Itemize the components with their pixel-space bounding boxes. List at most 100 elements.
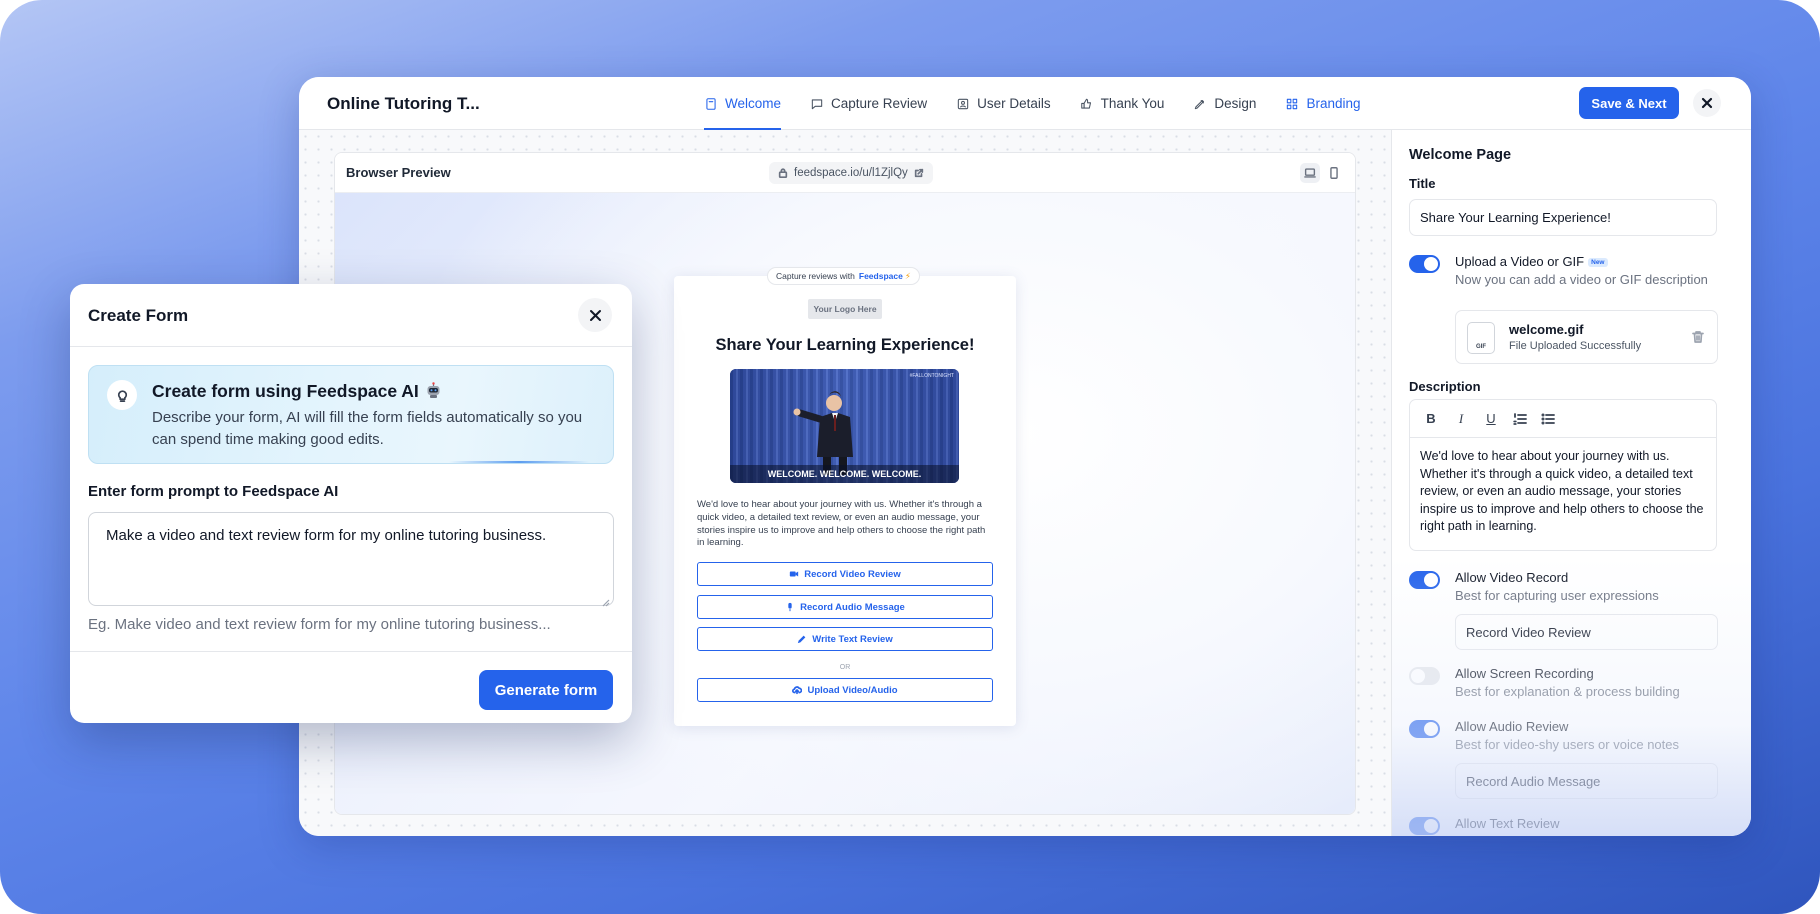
form-title: Online Tutoring T... [327, 94, 480, 113]
url-text: feedspace.io/u/l1ZjlQy [794, 167, 908, 179]
welcome-card: Capture reviews with Feedspace ⚡ Your Lo… [674, 267, 1016, 726]
or-divider: OR [839, 664, 851, 671]
title-label: Title [1409, 176, 1436, 191]
prompt-hint: Eg. Make video and text review form for … [88, 616, 551, 633]
tab-user-details[interactable]: User Details [956, 77, 1051, 130]
write-text-label: Write Text Review [812, 633, 893, 645]
delete-file-button[interactable] [1691, 330, 1705, 344]
text-review-title: Allow Text Review [1455, 816, 1560, 831]
video-record-button-label-input[interactable]: Record Video Review [1455, 614, 1718, 650]
file-status: File Uploaded Successfully [1509, 340, 1642, 352]
video-camera-icon [790, 571, 799, 577]
resize-grip-glyph [602, 599, 610, 607]
bold-button[interactable]: B [1423, 411, 1439, 426]
video-record-title: Allow Video Record [1455, 570, 1569, 585]
screen-recording-toggle[interactable] [1409, 667, 1440, 685]
record-audio-label: Record Audio Message [800, 601, 905, 613]
upload-label: Upload Video/Audio [807, 684, 898, 696]
microphone-icon [788, 602, 792, 612]
audio-record-button-label-input[interactable]: Record Audio Message [1455, 763, 1718, 799]
message-square-icon [811, 98, 823, 109]
description-editor: B I U We'd love to hear about your journ… [1409, 399, 1717, 551]
tab-label: Branding [1306, 96, 1361, 111]
mobile-view-button[interactable] [1324, 163, 1344, 183]
generate-form-button[interactable]: Generate form [479, 670, 613, 710]
background-stage: Online Tutoring T... Welcome Capture Rev… [0, 0, 1820, 914]
audio-review-toggle[interactable] [1409, 720, 1440, 738]
create-form-modal: Create Form Create form using Feedspace … [70, 284, 632, 723]
pen-icon [1195, 99, 1205, 109]
phone-icon [1330, 167, 1338, 179]
capture-badge: Capture reviews with Feedspace ⚡ [767, 267, 920, 285]
close-editor-button[interactable] [1693, 89, 1721, 117]
logo-placeholder: Your Logo Here [808, 299, 882, 319]
screen-recording-subtitle: Best for explanation & process building [1455, 684, 1680, 699]
file-icon [706, 97, 716, 110]
browser-preview-title: Browser Preview [346, 165, 451, 180]
id-card-icon [957, 98, 969, 109]
upload-button[interactable]: Upload Video/Audio [697, 678, 993, 702]
prompt-textarea[interactable]: Make a video and text review form for my… [88, 512, 614, 607]
description-textarea[interactable]: We'd love to hear about your journey wit… [1410, 438, 1716, 546]
external-link-icon [914, 168, 923, 178]
panel-heading: Welcome Page [1409, 147, 1512, 163]
gif-watermark: #FALLONTONIGHT [910, 373, 954, 379]
prompt-text: Make a video and text review form for my… [106, 527, 547, 544]
ordered-list-icon[interactable] [1513, 412, 1527, 426]
prompt-label: Enter form prompt to Feedspace AI [88, 483, 339, 500]
save-next-button[interactable]: Save & Next [1579, 87, 1679, 119]
tab-label: Welcome [725, 96, 782, 111]
file-name: welcome.gif [1509, 322, 1584, 337]
title-input[interactable]: Share Your Learning Experience! [1409, 199, 1717, 236]
upload-video-toggle[interactable] [1409, 255, 1440, 273]
record-video-label: Record Video Review [804, 568, 901, 580]
close-icon [1701, 97, 1713, 109]
robot-icon [427, 382, 440, 398]
tab-label: Thank You [1100, 96, 1165, 111]
lightbulb-glyph [117, 389, 127, 402]
video-record-toggle[interactable] [1409, 571, 1440, 589]
welcome-gif: #FALLONTONIGHT WELCOME. WELCOME. WELCOME… [730, 369, 959, 483]
trash-icon [1692, 331, 1704, 343]
audio-review-subtitle: Best for video-shy users or voice notes [1455, 737, 1679, 752]
tab-label: User Details [977, 96, 1051, 111]
resize-handle-icon[interactable] [602, 594, 610, 607]
ai-banner-description: Describe your form, AI will fill the for… [152, 409, 583, 448]
laptop-icon [1304, 168, 1316, 178]
tab-thank-you[interactable]: Thank You [1080, 77, 1165, 130]
welcome-description: We'd love to hear about your journey wit… [697, 499, 986, 549]
tab-capture-review[interactable]: Capture Review [810, 77, 927, 130]
tab-welcome[interactable]: Welcome [704, 77, 782, 130]
device-switcher [1300, 163, 1344, 183]
rich-text-toolbar: B I U [1410, 400, 1716, 438]
ai-info-banner: Create form using Feedspace AI Describe … [88, 365, 614, 464]
preview-url[interactable]: feedspace.io/u/l1ZjlQy [769, 162, 933, 184]
audio-review-title: Allow Audio Review [1455, 719, 1569, 734]
uploaded-file-card: GIF welcome.gif File Uploaded Successful… [1455, 310, 1718, 364]
tab-design[interactable]: Design [1193, 77, 1256, 130]
gif-caption: WELCOME. WELCOME. WELCOME. [768, 469, 922, 479]
upload-video-title: Upload a Video or GIF New [1455, 254, 1608, 269]
editor-topbar: Online Tutoring T... Welcome Capture Rev… [299, 77, 1751, 130]
text-review-toggle[interactable] [1409, 817, 1440, 835]
browser-bar: Browser Preview feedspace.io/u/l1ZjlQy [335, 153, 1355, 193]
write-text-button[interactable]: Write Text Review [697, 627, 993, 651]
ai-banner-title-text: Create form using Feedspace AI [152, 381, 419, 401]
underline-button[interactable]: U [1483, 411, 1499, 426]
close-modal-button[interactable] [578, 298, 612, 332]
editor-tabs: Welcome Capture Review User Details Than… [704, 77, 1390, 130]
cloud-upload-icon [792, 686, 803, 695]
tab-label: Design [1214, 96, 1257, 111]
modal-title: Create Form [88, 306, 189, 325]
tab-branding[interactable]: Branding [1285, 77, 1361, 130]
screen-recording-title: Allow Screen Recording [1455, 666, 1594, 681]
video-record-subtitle: Best for capturing user expressions [1455, 588, 1659, 603]
italic-button[interactable]: I [1453, 411, 1469, 427]
record-audio-button[interactable]: Record Audio Message [697, 595, 993, 619]
desktop-view-button[interactable] [1300, 163, 1320, 183]
record-video-button[interactable]: Record Video Review [697, 562, 993, 586]
bullet-list-icon[interactable] [1541, 412, 1555, 426]
thumbs-up-icon [1080, 98, 1091, 109]
description-label: Description [1409, 379, 1481, 394]
tab-label: Capture Review [831, 96, 928, 111]
